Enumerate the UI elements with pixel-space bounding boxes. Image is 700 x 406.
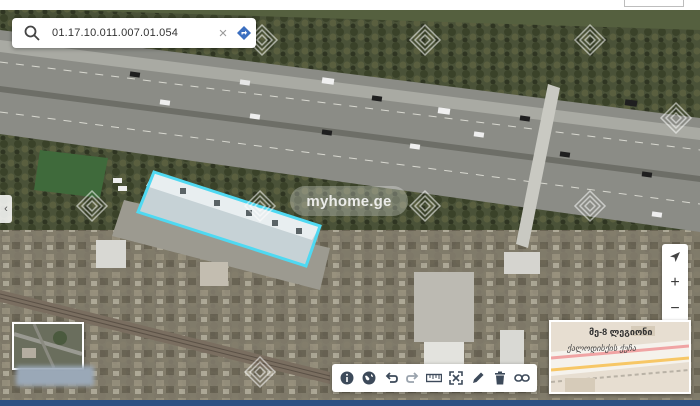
search-input[interactable]: 01.17.10.011.007.01.054 [52, 27, 214, 39]
top-bar [0, 0, 700, 10]
panel-toggle-button[interactable]: ‹ [0, 195, 12, 223]
street-map-preview[interactable]: მე-8 ლეგიონი ქალოდისქის ქუჩა [549, 320, 691, 394]
map-toolbar [332, 364, 537, 392]
bottom-status-bar [0, 400, 700, 406]
pencil-icon[interactable] [468, 367, 488, 389]
chevron-left-icon: ‹ [4, 203, 8, 215]
satellite-minimap[interactable] [12, 322, 84, 370]
street-label-top: მე-8 ლეგიონი [589, 327, 653, 337]
undo-icon[interactable] [381, 367, 401, 389]
expand-icon[interactable] [446, 367, 466, 389]
redo-icon[interactable] [403, 367, 423, 389]
clear-icon[interactable]: × [214, 18, 232, 48]
search-icon[interactable] [12, 18, 52, 48]
cadastral-search-box[interactable]: 01.17.10.011.007.01.054 × [12, 18, 256, 48]
ruler-icon[interactable] [424, 367, 444, 389]
myhome-watermark: myhome.ge [290, 186, 408, 216]
zoom-control-group: + − [662, 244, 688, 322]
blurred-scale-info [16, 366, 94, 386]
globe-icon[interactable] [359, 367, 379, 389]
top-right-tab[interactable] [624, 0, 684, 7]
trash-icon[interactable] [490, 367, 510, 389]
zoom-out-button[interactable]: − [662, 296, 688, 322]
info-icon[interactable] [337, 367, 357, 389]
navigation-arrow-icon[interactable] [662, 244, 688, 270]
link-icon[interactable] [512, 367, 532, 389]
zoom-in-button[interactable]: + [662, 270, 688, 296]
directions-icon[interactable] [232, 18, 256, 48]
street-label-main: ქალოდისქის ქუჩა [567, 344, 636, 353]
